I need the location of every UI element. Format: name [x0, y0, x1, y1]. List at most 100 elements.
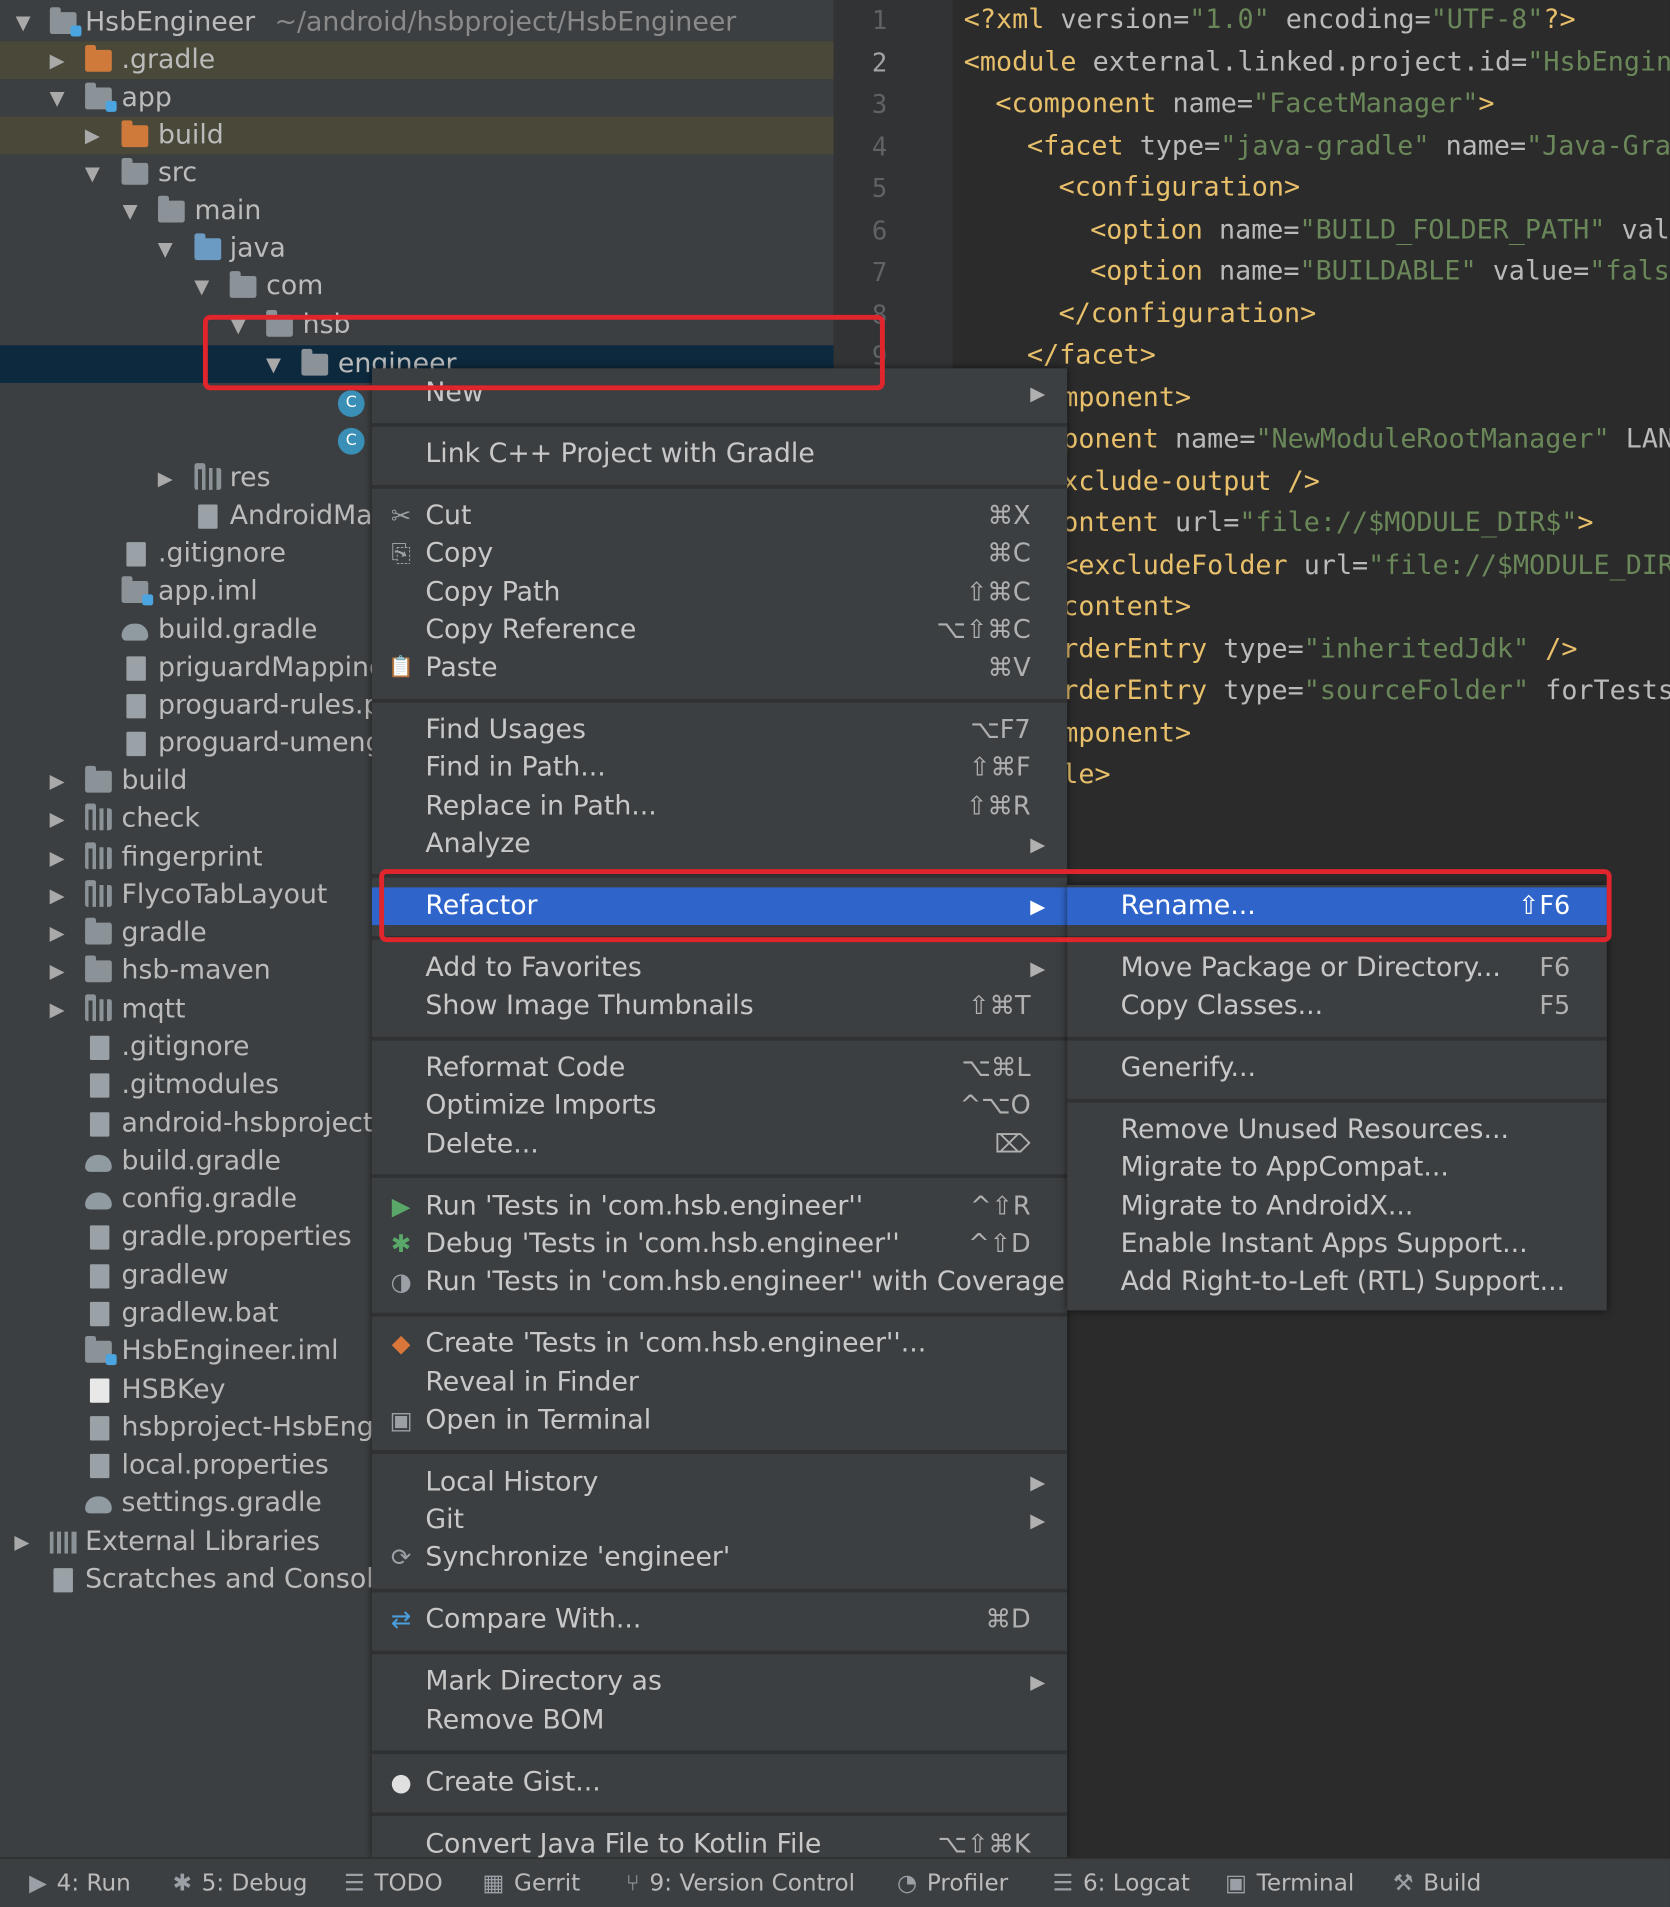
menu-item-find-usages[interactable]: Find Usages ⌥F7 — [372, 711, 1067, 749]
toolwindow-gerrit[interactable]: ▦ Gerrit — [483, 1859, 581, 1907]
menu-separator — [371, 1650, 1068, 1655]
toolwindow-build[interactable]: ⚒ Build — [1393, 1859, 1481, 1907]
text-file-icon — [126, 694, 146, 719]
menu-item-debug-tests[interactable]: ✱ Debug 'Tests in 'com.hsb.engineer'' ^⇧D — [372, 1225, 1067, 1263]
menu-item-optimize-imports[interactable]: Optimize Imports ^⌥O — [372, 1087, 1067, 1125]
submenu-item-instant-apps[interactable]: Enable Instant Apps Support... — [1067, 1225, 1607, 1263]
expand-arrow-icon[interactable]: ▼ — [227, 306, 249, 344]
collapse-arrow-icon[interactable]: ▶ — [11, 1523, 33, 1561]
tree-item-gradle-dir[interactable]: ▶ .gradle — [0, 41, 834, 80]
menu-item-refactor[interactable]: Refactor ▶ — [371, 887, 1068, 926]
expand-arrow-icon[interactable]: ▼ — [119, 192, 141, 230]
tree-item-label: gradle.properties — [121, 1221, 352, 1253]
toolwindow-terminal[interactable]: ▣ Terminal — [1225, 1859, 1354, 1907]
menu-item-copy-reference[interactable]: Copy Reference ⌥⇧⌘C — [372, 611, 1067, 649]
menu-item-open-in-terminal[interactable]: ▣ Open in Terminal — [372, 1402, 1067, 1440]
submenu-arrow-icon: ▶ — [1030, 956, 1046, 980]
excluded-folder-icon — [121, 120, 149, 148]
toolwindow-run[interactable]: ▶ 4: Run — [29, 1859, 131, 1907]
menu-item-link-cpp[interactable]: Link C++ Project with Gradle — [372, 435, 1067, 473]
submenu-item-rtl-support[interactable]: Add Right-to-Left (RTL) Support... — [1067, 1263, 1607, 1301]
tree-item-app-build[interactable]: ▶ build — [0, 116, 834, 155]
collapse-arrow-icon[interactable]: ▶ — [46, 876, 68, 914]
toolwindow-debug[interactable]: ✱ 5: Debug — [173, 1859, 308, 1907]
menu-separator — [371, 936, 1068, 940]
menu-separator — [371, 485, 1068, 489]
submenu-item-move-package[interactable]: Move Package or Directory... F6 — [1067, 949, 1607, 987]
menu-item-show-thumbnails[interactable]: Show Image Thumbnails ⇧⌘T — [372, 987, 1067, 1025]
menu-item-new[interactable]: New ▶ — [372, 374, 1067, 412]
github-icon: ● — [390, 1767, 412, 1797]
expand-arrow-icon[interactable]: ▼ — [154, 230, 176, 268]
tree-item-label: fingerprint — [121, 842, 263, 873]
collapse-arrow-icon[interactable]: ▶ — [46, 839, 68, 877]
tool-window-bar: ▶ 4: Run ✱ 5: Debug ☰ TODO ▦ Gerrit ⑂ 9: Vers… — [0, 1857, 1670, 1907]
submenu-item-generify[interactable]: Generify... — [1067, 1049, 1607, 1087]
tree-item-hsb[interactable]: ▼ hsb — [0, 306, 834, 344]
menu-item-cut[interactable]: ✂ Cut ⌘X — [372, 497, 1067, 535]
tree-root[interactable]: ▼ HsbEngineer ~/android/hsbproject/HsbEng… — [0, 4, 834, 42]
submenu-item-copy-classes[interactable]: Copy Classes... F5 — [1067, 987, 1607, 1025]
expand-arrow-icon[interactable]: ▼ — [46, 79, 68, 117]
menu-item-analyze[interactable]: Analyze ▶ — [372, 825, 1067, 863]
submenu-item-remove-unused-resources[interactable]: Remove Unused Resources... — [1067, 1111, 1607, 1149]
menu-item-remove-bom[interactable]: Remove BOM — [372, 1702, 1067, 1740]
collapse-arrow-icon[interactable]: ▶ — [46, 952, 68, 990]
collapse-arrow-icon[interactable]: ▶ — [46, 991, 68, 1029]
tree-item-label: src — [158, 158, 198, 189]
tree-item-com[interactable]: ▼ com — [0, 267, 834, 305]
menu-item-run-tests[interactable]: ▶ Run 'Tests in 'com.hsb.engineer'' ^⇧R — [372, 1188, 1067, 1226]
submenu-arrow-icon: ▶ — [1030, 1470, 1046, 1494]
submenu-item-migrate-androidx[interactable]: Migrate to AndroidX... — [1067, 1188, 1607, 1226]
list-icon: ☰ — [343, 1869, 365, 1897]
collapse-arrow-icon[interactable]: ▶ — [46, 762, 68, 800]
menu-item-find-in-path[interactable]: Find in Path... ⇧⌘F — [372, 749, 1067, 787]
menu-item-paste[interactable]: 📋 Paste ⌘V — [372, 649, 1067, 687]
menu-item-reveal-in-finder[interactable]: Reveal in Finder — [372, 1364, 1067, 1402]
menu-item-replace-in-path[interactable]: Replace in Path... ⇧⌘R — [372, 788, 1067, 826]
toolwindow-version-control[interactable]: ⑂ 9: Version Control — [626, 1859, 855, 1907]
expand-arrow-icon[interactable]: ▼ — [81, 154, 103, 192]
menu-separator — [1067, 1036, 1607, 1041]
menu-item-create-tests[interactable]: ◆ Create 'Tests in 'com.hsb.engineer''... — [372, 1325, 1067, 1363]
submenu-item-rename[interactable]: Rename... ⇧F6 — [1067, 887, 1607, 926]
expand-arrow-icon[interactable]: ▼ — [263, 345, 285, 383]
menu-item-copy-path[interactable]: Copy Path ⇧⌘C — [372, 574, 1067, 612]
menu-item-compare-with[interactable]: ⇄ Compare With... ⌘D — [372, 1601, 1067, 1639]
tree-item-main[interactable]: ▼ main — [0, 192, 834, 230]
package-icon — [266, 309, 293, 337]
module-folder-icon — [85, 803, 112, 831]
collapse-arrow-icon[interactable]: ▶ — [46, 41, 68, 79]
clipboard-icon: 📋 — [388, 655, 414, 680]
script-file-icon — [89, 1264, 110, 1289]
menu-item-create-gist[interactable]: ● Create Gist... — [372, 1764, 1067, 1802]
menu-item-local-history[interactable]: Local History ▶ — [372, 1464, 1067, 1502]
collapse-arrow-icon[interactable]: ▶ — [154, 459, 176, 497]
menu-item-add-to-favorites[interactable]: Add to Favorites ▶ — [372, 949, 1067, 987]
line-number: 4 — [871, 132, 888, 162]
tree-item-java[interactable]: ▼ java — [0, 230, 834, 268]
toolwindow-profiler[interactable]: ◔ Profiler — [897, 1859, 1008, 1907]
terminal-icon: ▣ — [389, 1405, 413, 1435]
toolwindow-todo[interactable]: ☰ TODO — [344, 1859, 443, 1907]
submenu-item-migrate-appcompat[interactable]: Migrate to AppCompat... — [1067, 1149, 1607, 1187]
menu-item-run-with-coverage[interactable]: ◑ Run 'Tests in 'com.hsb.engineer'' with … — [372, 1263, 1067, 1301]
menu-item-reformat-code[interactable]: Reformat Code ⌥⌘L — [372, 1049, 1067, 1087]
menu-item-git[interactable]: Git ▶ — [372, 1501, 1067, 1539]
menu-item-copy[interactable]: ⎘ Copy ⌘C — [372, 535, 1067, 573]
module-folder-icon — [85, 842, 112, 870]
collapse-arrow-icon[interactable]: ▶ — [46, 914, 68, 952]
tree-item-label: gradlew.bat — [121, 1298, 279, 1329]
expand-arrow-icon[interactable]: ▼ — [191, 267, 213, 305]
expand-arrow-icon[interactable]: ▼ — [12, 4, 34, 42]
toolwindow-logcat[interactable]: ☰ 6: Logcat — [1053, 1859, 1190, 1907]
tree-item-app[interactable]: ▼ app — [0, 79, 834, 117]
tree-item-src[interactable]: ▼ src — [0, 154, 834, 192]
menu-separator — [1067, 1098, 1607, 1103]
menu-item-delete[interactable]: Delete... ⌦ — [372, 1126, 1067, 1164]
tree-item-label: .gradle — [121, 44, 216, 76]
menu-item-mark-directory-as[interactable]: Mark Directory as ▶ — [372, 1663, 1067, 1701]
collapse-arrow-icon[interactable]: ▶ — [81, 117, 103, 155]
menu-item-synchronize[interactable]: ⟳ Synchronize 'engineer' — [372, 1539, 1067, 1577]
collapse-arrow-icon[interactable]: ▶ — [46, 800, 68, 838]
